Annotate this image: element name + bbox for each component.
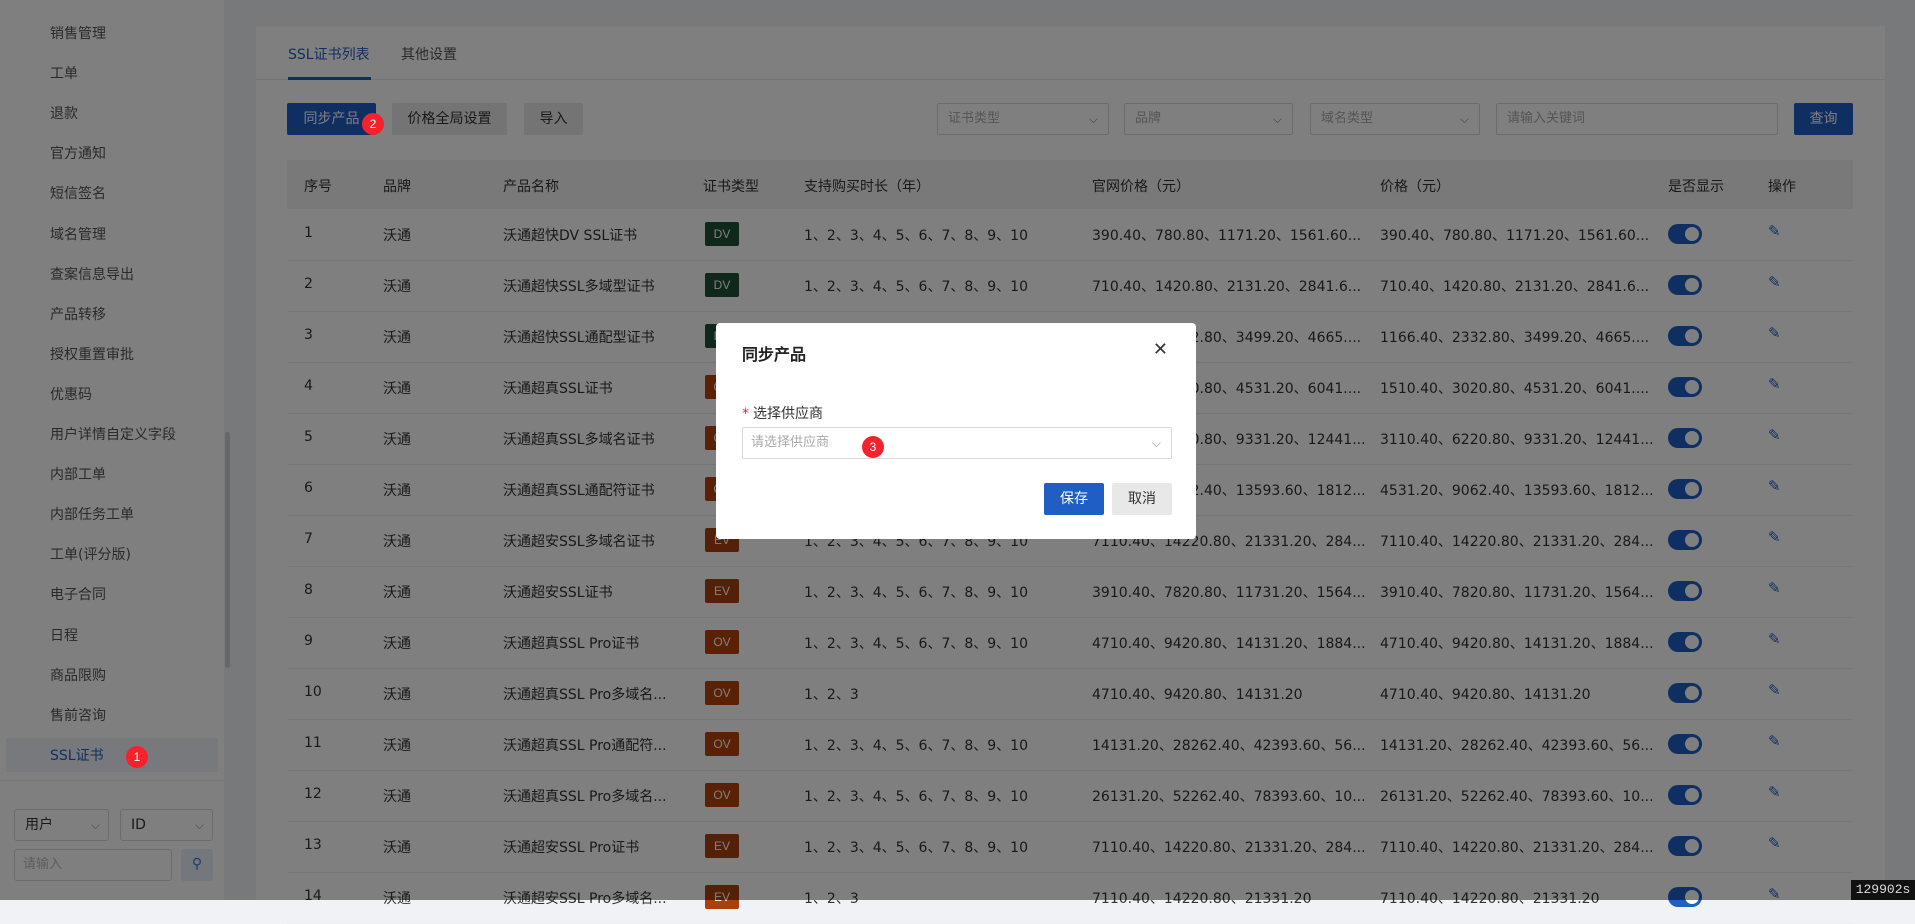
required-mark: * <box>742 406 749 422</box>
supplier-select[interactable]: 请选择供应商 ⌵ <box>742 427 1172 459</box>
step-badge-3: 3 <box>862 436 884 458</box>
dialog-title: 同步产品 <box>742 345 807 364</box>
close-icon[interactable]: ✕ <box>1153 339 1168 360</box>
save-button[interactable]: 保存 <box>1044 483 1104 515</box>
step-badge-1: 1 <box>126 746 148 768</box>
corner-id-label: 129902s <box>1851 880 1915 900</box>
supplier-placeholder: 请选择供应商 <box>751 435 830 450</box>
supplier-label: * 选择供应商 <box>742 403 823 423</box>
supplier-label-text: 选择供应商 <box>753 406 823 422</box>
step-badge-2: 2 <box>362 113 384 135</box>
cancel-button[interactable]: 取消 <box>1112 483 1172 515</box>
sync-products-dialog: 同步产品 ✕ * 选择供应商 请选择供应商 ⌵ 保存 取消 <box>716 323 1196 539</box>
chevron-down-icon: ⌵ <box>1151 436 1161 450</box>
